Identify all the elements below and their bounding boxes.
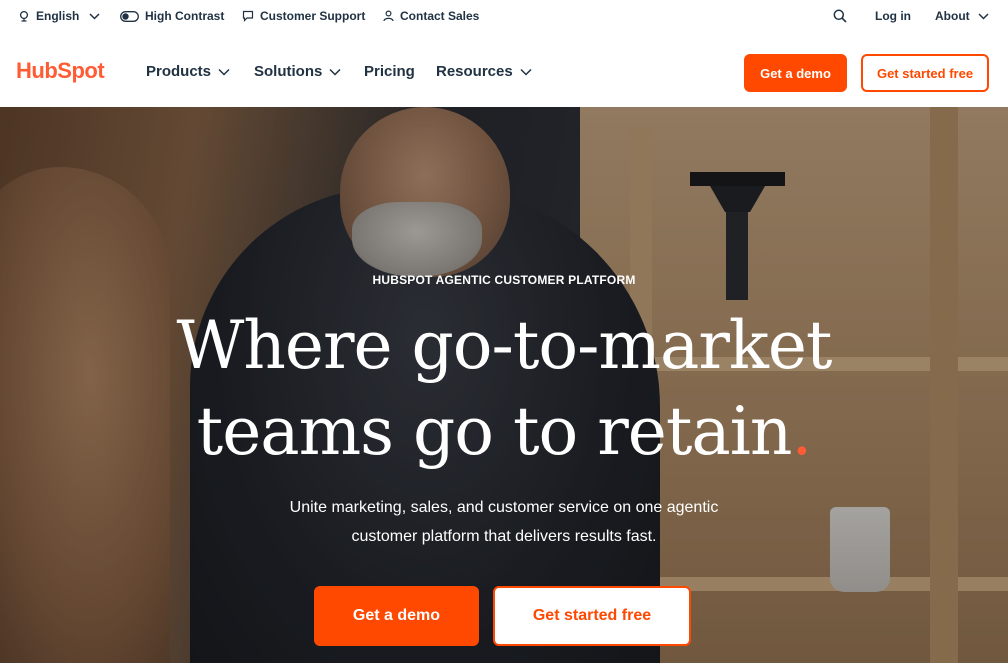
hubspot-logo[interactable]: HubSpot bbox=[16, 58, 105, 84]
log-in-link[interactable]: Log in bbox=[875, 8, 911, 24]
hero-section: HUBSPOT AGENTIC CUSTOMER PLATFORM Where … bbox=[0, 107, 1008, 663]
utility-bar: English High Contrast Customer Support C… bbox=[0, 0, 1008, 32]
nav-item-label: Resources bbox=[436, 63, 513, 80]
customer-support-label: Customer Support bbox=[260, 9, 366, 23]
high-contrast-toggle[interactable]: High Contrast bbox=[120, 8, 224, 24]
headline-line-2-text: teams go to retain bbox=[196, 393, 793, 470]
chevron-down-icon bbox=[329, 63, 341, 80]
person-icon bbox=[383, 10, 394, 22]
hero-headline: Where go-to-market teams go to retain. bbox=[0, 303, 1008, 475]
log-in-label: Log in bbox=[875, 9, 911, 23]
about-label: About bbox=[935, 9, 970, 23]
hero-eyebrow: HUBSPOT AGENTIC CUSTOMER PLATFORM bbox=[372, 273, 636, 287]
nav-item-solutions[interactable]: Solutions bbox=[254, 63, 341, 80]
about-menu[interactable]: About bbox=[935, 8, 989, 24]
headline-line-1: Where go-to-market bbox=[176, 307, 833, 384]
chevron-down-icon bbox=[978, 12, 989, 20]
get-a-demo-button[interactable]: Get a demo bbox=[744, 54, 847, 92]
contact-sales-link[interactable]: Contact Sales bbox=[383, 8, 479, 24]
chevron-down-icon bbox=[89, 12, 100, 20]
language-label: English bbox=[36, 9, 80, 23]
customer-support-link[interactable]: Customer Support bbox=[242, 8, 365, 24]
get-started-free-button[interactable]: Get started free bbox=[861, 54, 989, 92]
hero-get-a-demo-button[interactable]: Get a demo bbox=[314, 586, 479, 646]
nav-item-products[interactable]: Products bbox=[146, 63, 230, 80]
search-button[interactable] bbox=[833, 8, 847, 24]
main-navigation: HubSpot Products Solutions Pricing Resou… bbox=[0, 32, 1008, 107]
subhead-line-1: Unite marketing, sales, and customer ser… bbox=[289, 499, 719, 516]
headline-accent-dot: . bbox=[791, 393, 812, 470]
nav-item-label: Products bbox=[146, 63, 212, 80]
hero-get-started-free-button[interactable]: Get started free bbox=[493, 586, 691, 646]
headline-line-2: teams go to retain. bbox=[0, 389, 1008, 475]
chevron-down-icon bbox=[520, 63, 532, 80]
contact-sales-label: Contact Sales bbox=[400, 9, 480, 23]
high-contrast-label: High Contrast bbox=[145, 9, 225, 23]
toggle-icon bbox=[120, 10, 139, 22]
language-selector[interactable]: English bbox=[18, 8, 100, 24]
globe-icon bbox=[18, 10, 30, 22]
search-icon bbox=[833, 9, 847, 23]
chat-icon bbox=[242, 10, 254, 22]
chevron-down-icon bbox=[218, 63, 230, 80]
subhead-line-2: customer platform that delivers results … bbox=[351, 528, 657, 545]
nav-item-label: Solutions bbox=[254, 63, 323, 80]
nav-item-label: Pricing bbox=[364, 63, 415, 80]
hero-subhead: Unite marketing, sales, and customer ser… bbox=[254, 493, 754, 551]
nav-item-pricing[interactable]: Pricing bbox=[364, 63, 415, 80]
hero-content: HUBSPOT AGENTIC CUSTOMER PLATFORM Where … bbox=[0, 107, 1008, 663]
nav-item-resources[interactable]: Resources bbox=[436, 63, 532, 80]
